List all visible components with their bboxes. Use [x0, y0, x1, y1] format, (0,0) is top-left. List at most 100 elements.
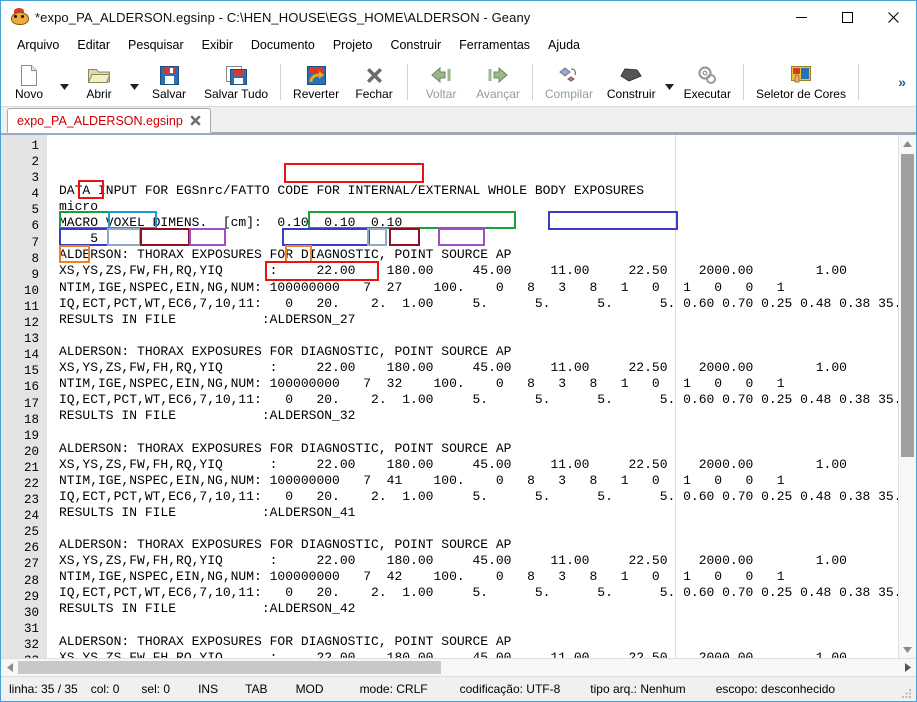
toolbar-separator-5 [857, 64, 859, 100]
menu-pesquisar[interactable]: Pesquisar [119, 36, 193, 54]
revert-icon [306, 64, 326, 86]
new-dropdown-arrow-icon[interactable] [57, 58, 71, 106]
tab-close-icon[interactable] [189, 114, 202, 127]
toolbar-run-label: Executar [683, 87, 731, 101]
line-number: 33 [1, 653, 39, 658]
window-controls [778, 1, 916, 33]
open-folder-icon [88, 64, 110, 86]
status-tab-mode: TAB [245, 682, 268, 696]
code-line: NTIM,IGE,NSPEC,EIN,NG,NUM: 100000000 7 2… [59, 279, 785, 295]
code-line: DATA INPUT FOR EGSnrc/FATTO CODE FOR INT… [59, 183, 645, 198]
close-icon[interactable] [870, 1, 916, 33]
toolbar-separator-4 [742, 64, 744, 100]
toolbar-save-all-label: Salvar Tudo [204, 87, 269, 101]
menu-projeto[interactable]: Projeto [324, 36, 382, 54]
line-number: 30 [23, 605, 39, 620]
menu-ferramentas[interactable]: Ferramentas [450, 36, 539, 54]
toolbar-compile-button[interactable]: Compilar [538, 58, 600, 106]
menu-documento[interactable]: Documento [242, 36, 324, 54]
status-bar: linha: 35 / 35 col: 0 sel: 0 INS TAB MOD… [1, 676, 916, 701]
open-dropdown-arrow-icon[interactable] [127, 58, 141, 106]
line-number: 8 [31, 251, 39, 266]
scroll-up-icon[interactable] [899, 135, 916, 152]
menu-construir[interactable]: Construir [381, 36, 450, 54]
code-line: micro [59, 199, 99, 215]
line-number: 26 [23, 541, 39, 556]
toolbar-save-button[interactable]: Salvar [141, 58, 197, 106]
line-number: 23 [23, 493, 39, 508]
vertical-scroll-track[interactable] [899, 152, 916, 641]
status-line-indicator: linha: 35 / 35 [9, 682, 78, 696]
toolbar-new-button[interactable]: Novo [1, 58, 57, 106]
tab-bar-empty-area [210, 110, 916, 133]
horizontal-scroll-track[interactable] [18, 659, 899, 676]
code-line: ALDERSON: THORAX EXPOSURES FOR DIAGNOSTI… [59, 537, 512, 553]
toolbar-forward-button[interactable]: Avançar [469, 58, 527, 106]
status-encoding: codificação: UTF-8 [459, 682, 561, 696]
code-line: NTIM,IGE,NSPEC,EIN,NG,NUM: 100000000 7 4… [59, 569, 785, 585]
line-number: 11 [23, 299, 39, 314]
editor-vertical-scrollbar[interactable] [898, 135, 916, 658]
resize-grip-icon[interactable] [901, 687, 913, 699]
code-line: XS,YS,ZS,FW,FH,RQ,YIQ : 22.00 180.00 45.… [59, 263, 847, 279]
toolbar-open-button[interactable]: Abrir [71, 58, 127, 106]
toolbar-color-picker-button[interactable]: Seletor de Cores [749, 58, 853, 106]
code-line: ALDERSON: THORAX EXPOSURES FOR DIAGNOSTI… [59, 440, 512, 456]
toolbar-separator-1 [280, 64, 282, 100]
code-line: IQ,ECT,PCT,WT,EC6,7,10,11: 0 20. 2. 1.00… [59, 585, 898, 601]
scroll-left-icon[interactable] [1, 659, 18, 676]
toolbar-forward-label: Avançar [476, 87, 520, 101]
long-line-guide [675, 135, 676, 658]
menu-ajuda[interactable]: Ajuda [539, 36, 589, 54]
line-number: 20 [23, 444, 39, 459]
document-tab-expo-pa-alderson[interactable]: expo_PA_ALDERSON.egsinp [7, 108, 211, 133]
main-toolbar: Novo Abrir Salvar Salvar Tudo Reverter F… [1, 58, 916, 107]
code-line: XS,YS,ZS,FW,FH,RQ,YIQ : 22.00 180.00 45.… [59, 360, 847, 376]
build-dropdown-arrow-icon[interactable] [663, 58, 677, 106]
code-line: RESULTS IN FILE :ALDERSON_32 [59, 408, 356, 424]
horizontal-scroll-thumb[interactable] [18, 661, 441, 674]
toolbar-save-all-button[interactable]: Salvar Tudo [197, 58, 275, 106]
minimize-icon[interactable] [778, 1, 824, 33]
toolbar-separator-2 [407, 64, 409, 100]
code-line: ALDERSON: THORAX EXPOSURES FOR DIAGNOSTI… [59, 247, 512, 263]
menu-exibir[interactable]: Exibir [193, 36, 242, 54]
scroll-down-icon[interactable] [899, 641, 916, 658]
toolbar-build-button[interactable]: Construir [600, 58, 663, 106]
toolbar-run-button[interactable]: Executar [677, 58, 738, 106]
line-number: 17 [23, 396, 39, 411]
geany-chicken-icon [10, 8, 29, 26]
maximize-icon[interactable] [824, 1, 870, 33]
toolbar-back-button[interactable]: Voltar [413, 58, 469, 106]
code-line: ALDERSON: THORAX EXPOSURES FOR DIAGNOSTI… [59, 343, 512, 359]
line-number: 22 [23, 476, 39, 491]
scroll-right-icon[interactable] [899, 659, 916, 676]
source-editor[interactable]: 1 2 3 4 5 6 7 8 9 10 11 12 13 14 15 16 17 18 19 20 21 22 23 24 2… [1, 135, 898, 658]
code-line: MACRO VOXEL DIMENS. [cm]: 0.10 0.10 0.10 [59, 215, 403, 231]
build-icon [620, 64, 642, 86]
line-number: 9 [31, 267, 39, 282]
code-line: 5 [59, 231, 99, 247]
code-line: IQ,ECT,PCT,WT,EC6,7,10,11: 0 20. 2. 1.00… [59, 392, 898, 408]
toolbar-revert-button[interactable]: Reverter [286, 58, 346, 106]
vertical-scroll-thumb[interactable] [901, 154, 914, 458]
line-number: 5 [31, 203, 39, 218]
line-number: 16 [23, 380, 39, 395]
code-text-area[interactable]: DATA INPUT FOR EGSnrc/FATTO CODE FOR INT… [47, 135, 898, 658]
line-number: 4 [31, 187, 39, 202]
toolbar-separator-3 [531, 64, 533, 100]
line-number-gutter: 1 2 3 4 5 6 7 8 9 10 11 12 13 14 15 16 17 18 19 20 21 22 23 24 2… [1, 135, 47, 658]
code-line: NTIM,IGE,NSPEC,EIN,NG,NUM: 100000000 7 4… [59, 472, 785, 488]
document-tab-bar: expo_PA_ALDERSON.egsinp [1, 107, 916, 134]
status-eol-mode: mode: CRLF [359, 682, 428, 696]
line-number: 15 [23, 364, 39, 379]
code-line: ALDERSON: THORAX EXPOSURES FOR DIAGNOSTI… [59, 633, 512, 649]
editor-horizontal-scrollbar[interactable] [1, 658, 916, 676]
menu-arquivo[interactable]: Arquivo [8, 36, 68, 54]
menu-bar: Arquivo Editar Pesquisar Exibir Document… [1, 33, 916, 58]
toolbar-overflow-button[interactable]: » [894, 58, 910, 106]
toolbar-close-button[interactable]: Fechar [346, 58, 402, 106]
menu-editar[interactable]: Editar [68, 36, 119, 54]
